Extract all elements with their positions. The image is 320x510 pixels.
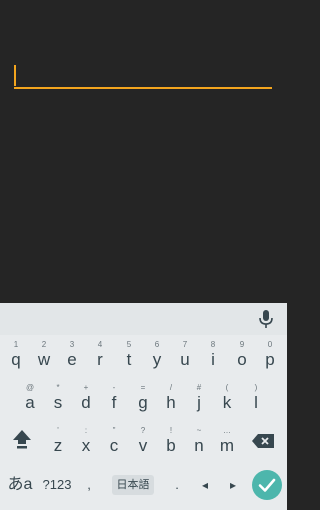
language-key[interactable]: 日本語 (112, 475, 154, 495)
key-label: w (37, 350, 51, 369)
key-label: r (97, 350, 103, 369)
kana-switch-key[interactable]: あa (6, 475, 34, 495)
key-label: n (194, 436, 204, 455)
key-label: v (138, 436, 148, 455)
key-label: i (211, 350, 215, 369)
key-label: p (265, 350, 275, 369)
key-label: f (111, 393, 117, 412)
key-label: m (219, 436, 235, 455)
key-label: u (180, 350, 190, 369)
key-label: g (138, 393, 148, 412)
comma-key[interactable]: , (82, 475, 96, 495)
cursor-right-key[interactable]: ▸ (224, 475, 242, 495)
check-icon (258, 478, 276, 492)
key-label: e (67, 350, 77, 369)
input-underline (14, 87, 272, 89)
key-label: z (53, 436, 63, 455)
key-label: o (237, 350, 247, 369)
key-label: x (81, 436, 91, 455)
key-label: c (109, 436, 119, 455)
input-value (14, 63, 272, 85)
key-label: l (254, 393, 258, 412)
enter-button[interactable] (252, 470, 282, 500)
text-input[interactable] (14, 63, 272, 89)
period-key[interactable]: . (170, 475, 184, 495)
symbols-key[interactable]: ?123 (40, 475, 74, 495)
key-label: d (81, 393, 91, 412)
mic-icon[interactable] (257, 309, 275, 329)
key-label: q (11, 350, 21, 369)
cursor-left-key[interactable]: ◂ (196, 475, 214, 495)
text-cursor (14, 65, 16, 86)
key-label: k (222, 393, 232, 412)
screen: 1q2w3e4r5t6y7u8i9o0p @ a * s + d - f = g / h # j(k) l … (0, 0, 287, 510)
key-label: b (166, 436, 176, 455)
key-label: j (197, 393, 201, 412)
shift-icon[interactable] (11, 428, 33, 450)
suggestion-strip (0, 303, 287, 335)
key-label: s (53, 393, 63, 412)
key-label: a (25, 393, 35, 412)
app-content (0, 0, 287, 303)
key-label: h (166, 393, 176, 412)
key-label: t (126, 350, 132, 369)
key-label: y (152, 350, 162, 369)
backspace-icon[interactable] (251, 433, 275, 449)
